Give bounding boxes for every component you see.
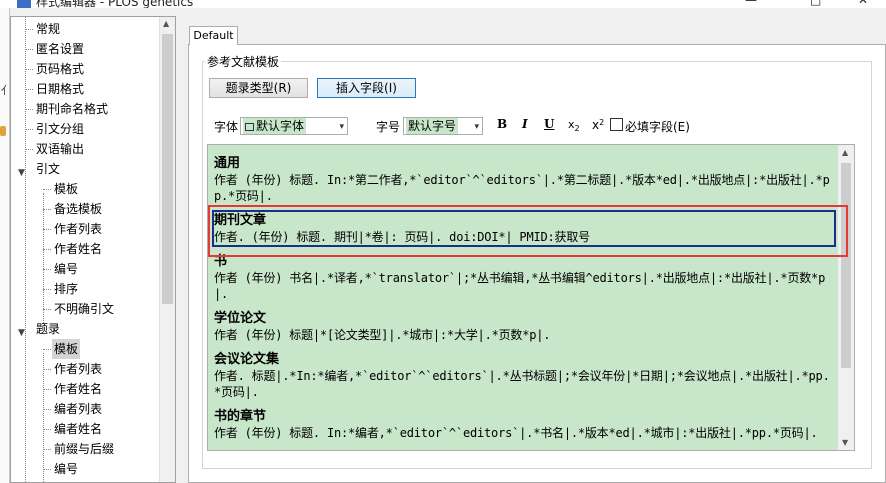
tree-items: 常规 匿名设置 页码格式 日期格式 期刊命名格式 引文分组 双语输出 ▼ 引文 模… [11, 19, 161, 479]
tree-item-bib-numbering[interactable]: 编号 [11, 459, 161, 479]
font-icon [245, 123, 254, 131]
underlying-folder-icon [0, 126, 6, 136]
tree-scrollbar[interactable]: ▲ [159, 17, 175, 482]
template-format[interactable]: 作者 (年份) 标题. In:*编者,*`editor`^`editors`|.… [214, 425, 834, 441]
template-type: 书的章节 [214, 409, 267, 424]
minimize-button[interactable]: — [745, 0, 757, 7]
tree-item-citation-author-list[interactable]: 作者列表 [11, 219, 161, 239]
tree-item-bib-author-name[interactable]: 作者姓名 [11, 379, 161, 399]
reference-type-button[interactable]: 题录类型(R) [209, 78, 308, 98]
template-type: 学位论文 [214, 311, 267, 326]
template-entry[interactable]: 书 作者 (年份) 书名|.*译者,*`translator`|;*丛书编辑,*… [214, 253, 834, 302]
superscript-button[interactable]: x2 [592, 118, 604, 132]
settings-tree[interactable]: 常规 匿名设置 页码格式 日期格式 期刊命名格式 引文分组 双语输出 ▼ 引文 模… [10, 16, 176, 483]
template-type: 通用 [214, 156, 241, 171]
tab-default[interactable]: Default [189, 26, 238, 45]
tree-scroll-thumb[interactable] [162, 34, 173, 304]
size-value: 默认字号 [406, 118, 459, 134]
subscript-button[interactable]: x2 [568, 118, 580, 133]
size-dropdown[interactable]: 默认字号 ▾ [403, 117, 483, 135]
template-entry-selected[interactable]: 期刊文章 作者. (年份) 标题. 期刊|*卷|: 页码|. doi:DOI*|… [212, 210, 836, 247]
template-entry[interactable]: 学位论文 作者 (年份) 标题|*[论文类型]|.*城市|:*大学|.*页数*p… [214, 310, 834, 343]
editor-scroll-thumb[interactable] [841, 163, 851, 368]
font-dropdown[interactable]: 默认字体 ▾ [240, 117, 348, 135]
font-value: 默认字体 [256, 119, 305, 133]
template-format[interactable]: 作者 (年份) 书名|.*译者,*`translator`|;*丛书编辑,*丛书… [214, 270, 834, 302]
tree-item-editor-list[interactable]: 编者列表 [11, 399, 161, 419]
scroll-up-arrow-icon[interactable]: ▲ [842, 148, 848, 157]
font-label: 字体 [214, 120, 239, 134]
template-format[interactable]: 作者 (年份) 标题|*[论文类型]|.*城市|:*大学|.*页数*p|. [214, 327, 834, 343]
template-entry[interactable]: 会议论文集 作者. 标题|.*In:*编者,*`editor`^`editors… [214, 351, 834, 400]
tree-item-bibliography[interactable]: ▼ 题录 [11, 319, 161, 339]
tree-item-citation-author-name[interactable]: 作者姓名 [11, 239, 161, 259]
template-list: 通用 作者 (年份) 标题. In:*第二作者,*`editor`^`edito… [212, 155, 836, 441]
template-type: 会议论文集 [214, 352, 280, 367]
tree-item-citation-templates[interactable]: 模板 [11, 179, 161, 199]
window-title: 样式编辑器 - PLOS genetics [36, 0, 194, 8]
close-button[interactable]: ✕ [858, 0, 868, 7]
tree-item-journal-names[interactable]: 期刊命名格式 [11, 99, 161, 119]
underline-button[interactable]: U [544, 117, 554, 131]
tree-item-bib-templates[interactable]: 模板 [11, 339, 161, 359]
tree-item-citations[interactable]: ▼ 引文 [11, 159, 161, 179]
size-label: 字号 [376, 120, 401, 134]
tree-item-anonymous[interactable]: 匿名设置 [11, 39, 161, 59]
tree-item-general[interactable]: 常规 [11, 19, 161, 39]
insert-field-button[interactable]: 插入字段(I) [317, 78, 416, 98]
app-icon [17, 0, 31, 8]
required-field-label: 必填字段(E) [625, 120, 690, 134]
template-entry[interactable]: 通用 作者 (年份) 标题. In:*第二作者,*`editor`^`edito… [214, 155, 834, 204]
chevron-down-icon: ▾ [339, 122, 344, 132]
tree-item-date-format[interactable]: 日期格式 [11, 79, 161, 99]
template-format[interactable]: 作者. 标题|.*In:*编者,*`editor`^`editors`|.*丛书… [214, 368, 834, 400]
tree-item-prefix-suffix[interactable]: 前缀与后缀 [11, 439, 161, 459]
tree-item-ambiguous[interactable]: 不明确引文 [11, 299, 161, 319]
underlying-window-edge: 亻 [0, 8, 12, 483]
maximize-button[interactable]: □ [810, 0, 821, 7]
tree-item-alt-templates[interactable]: 备选模板 [11, 199, 161, 219]
tree-item-page-format[interactable]: 页码格式 [11, 59, 161, 79]
template-format[interactable]: 作者 (年份) 标题. In:*第二作者,*`editor`^`editors`… [214, 172, 834, 204]
tree-item-citation-numbering[interactable]: 编号 [11, 259, 161, 279]
tree-item-bib-author-list[interactable]: 作者列表 [11, 359, 161, 379]
title-bar: 样式编辑器 - PLOS genetics — □ ✕ [0, 0, 886, 8]
scroll-down-arrow-icon[interactable]: ▼ [842, 438, 848, 447]
tree-item-citation-grouping[interactable]: 引文分组 [11, 119, 161, 139]
editor-scrollbar[interactable]: ▲ ▼ [838, 145, 854, 450]
scroll-up-arrow-icon[interactable]: ▲ [163, 19, 169, 28]
tree-item-bilingual[interactable]: 双语输出 [11, 139, 161, 159]
template-entry[interactable]: 书的章节 作者 (年份) 标题. In:*编者,*`editor`^`edito… [214, 408, 834, 441]
tree-item-sorting[interactable]: 排序 [11, 279, 161, 299]
bold-button[interactable]: B [497, 117, 507, 131]
group-title: 参考文献模板 [205, 53, 282, 70]
template-format[interactable]: 作者. (年份) 标题. 期刊|*卷|: 页码|. doi:DOI*| PMID… [214, 229, 834, 245]
template-type: 期刊文章 [214, 213, 267, 228]
tree-item-editor-name[interactable]: 编者姓名 [11, 419, 161, 439]
template-type: 书 [214, 254, 228, 269]
italic-button[interactable]: I [522, 117, 528, 131]
required-field-checkbox[interactable] [610, 118, 623, 131]
chevron-down-icon: ▾ [474, 122, 479, 132]
template-editor[interactable]: 通用 作者 (年份) 标题. In:*第二作者,*`editor`^`edito… [207, 144, 855, 451]
